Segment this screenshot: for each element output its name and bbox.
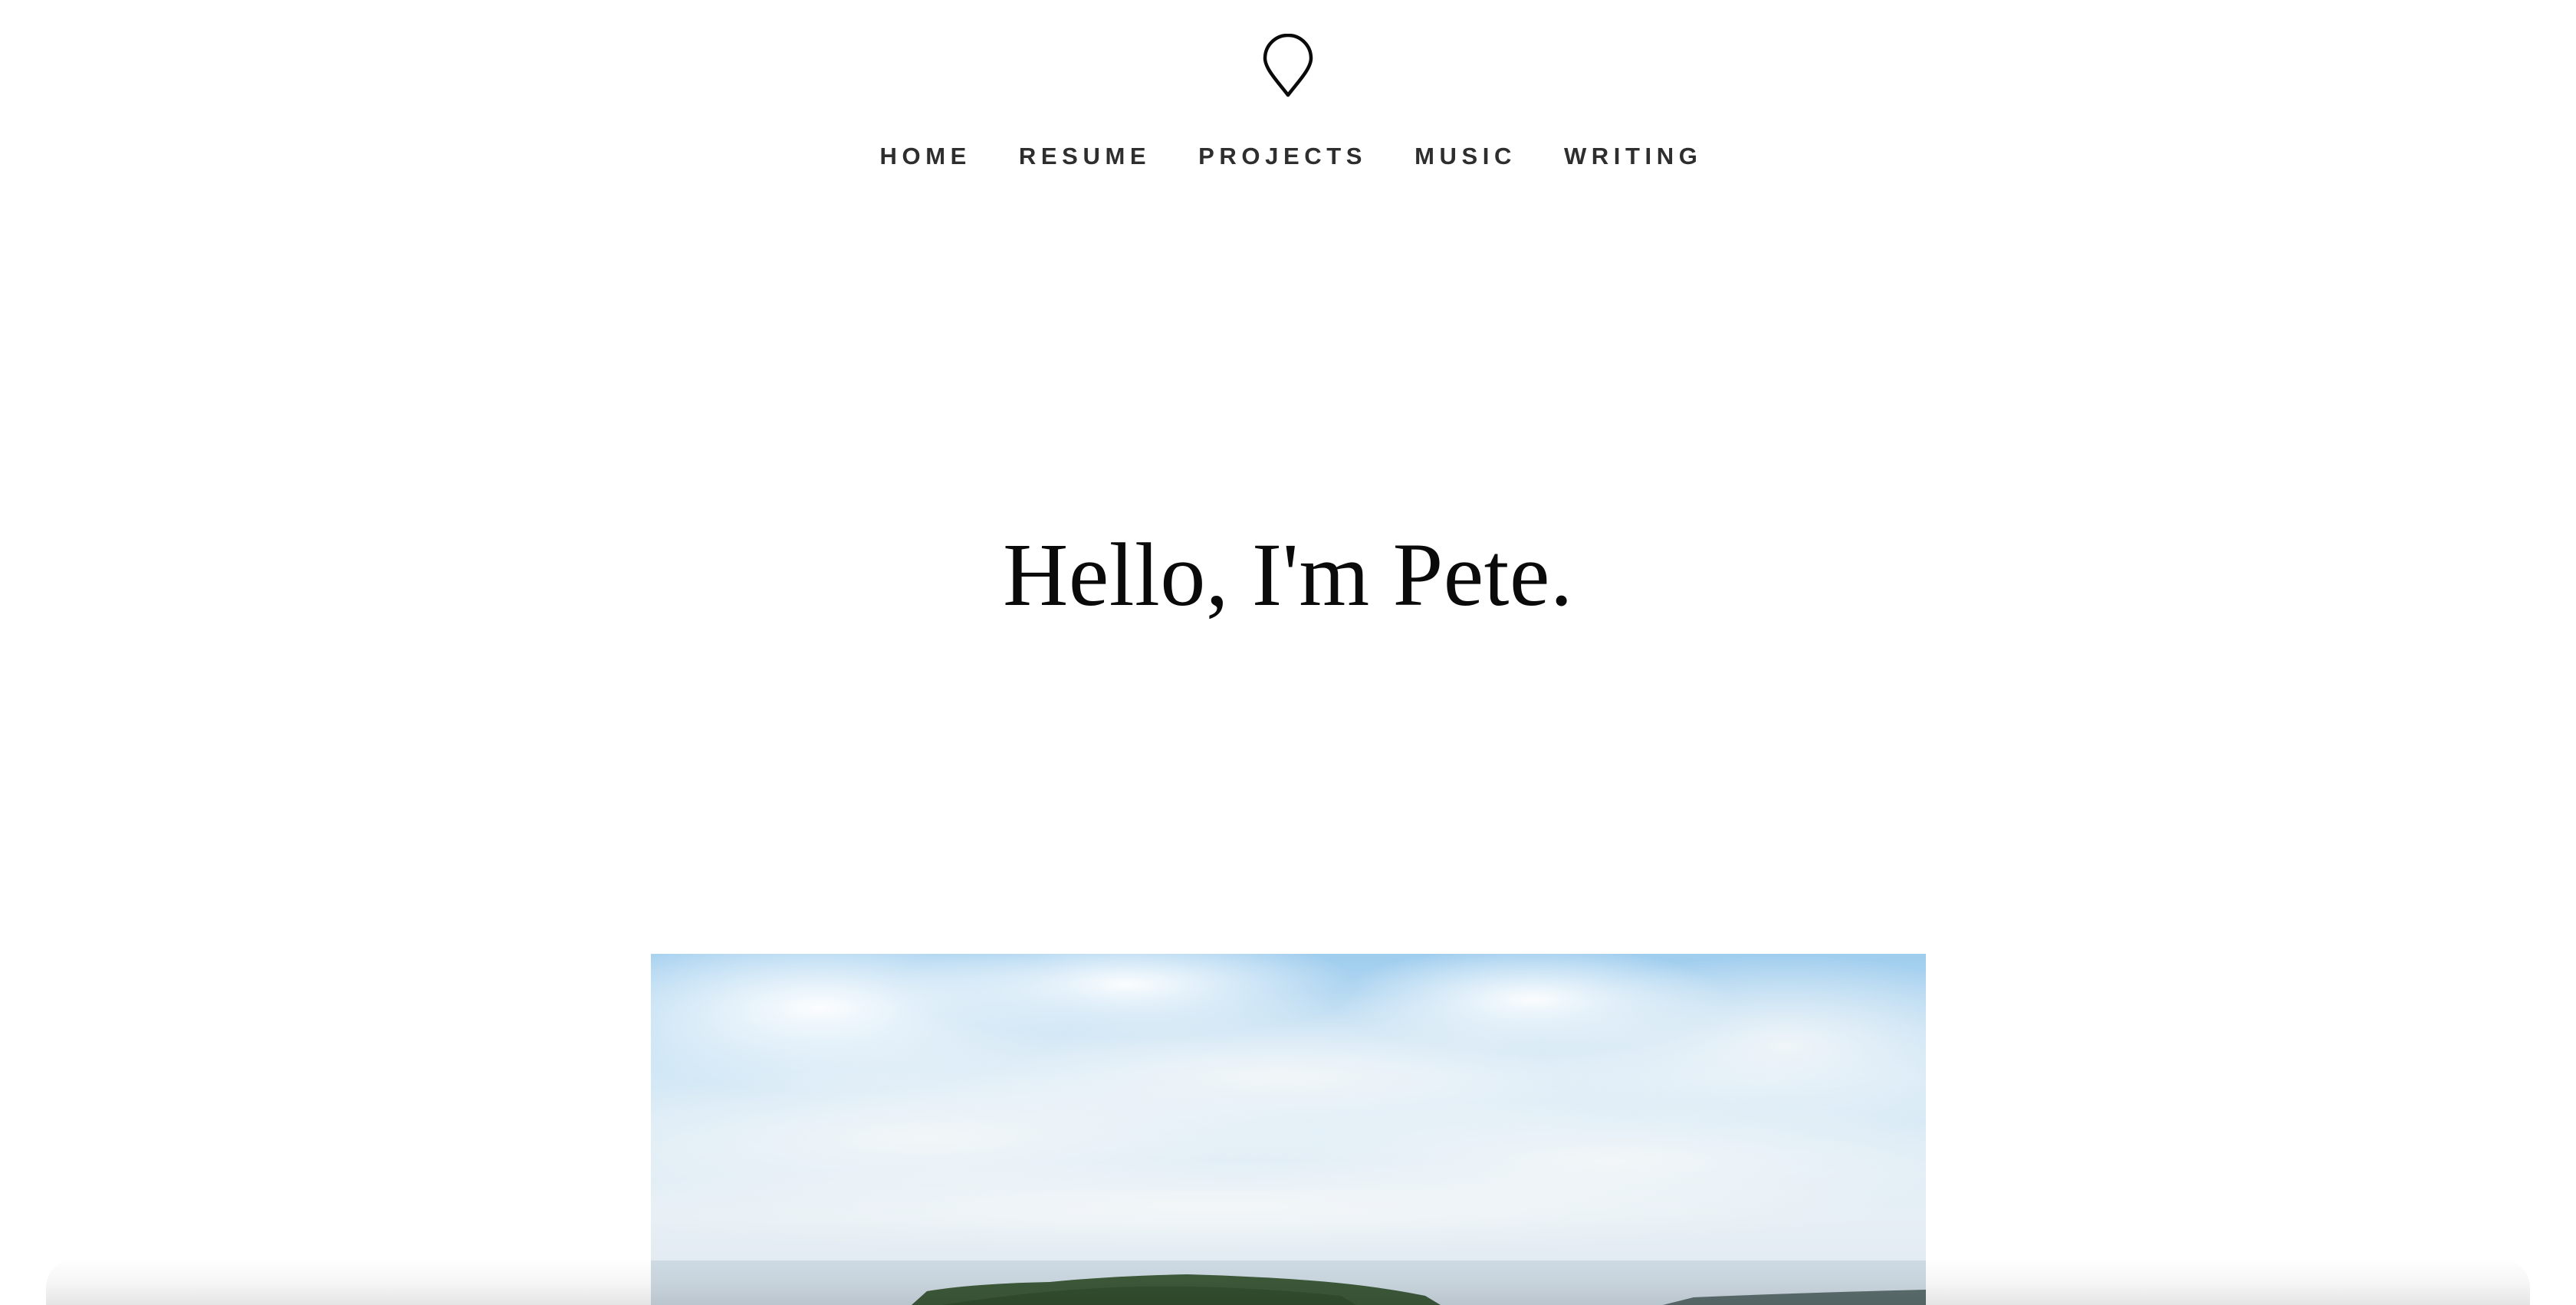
- hero-title: Hello, I'm Pete.: [1003, 524, 1573, 625]
- nav-resume-link[interactable]: RESUME: [1019, 140, 1151, 173]
- map-pin-icon: [1263, 34, 1313, 97]
- site-header: HOME RESUME PROJECTS MUSIC WRITING: [0, 0, 2576, 199]
- nav-home-link[interactable]: HOME: [880, 140, 971, 173]
- nav-writing-link[interactable]: WRITING: [1564, 140, 1703, 173]
- main-nav: HOME RESUME PROJECTS MUSIC WRITING: [0, 140, 2576, 173]
- hero-landscape-image: [651, 954, 1926, 1305]
- nav-music-link[interactable]: MUSIC: [1414, 140, 1516, 173]
- nav-projects-link[interactable]: PROJECTS: [1198, 140, 1367, 173]
- logo-link[interactable]: [1262, 34, 1314, 98]
- landscape-photo: [651, 954, 1926, 1305]
